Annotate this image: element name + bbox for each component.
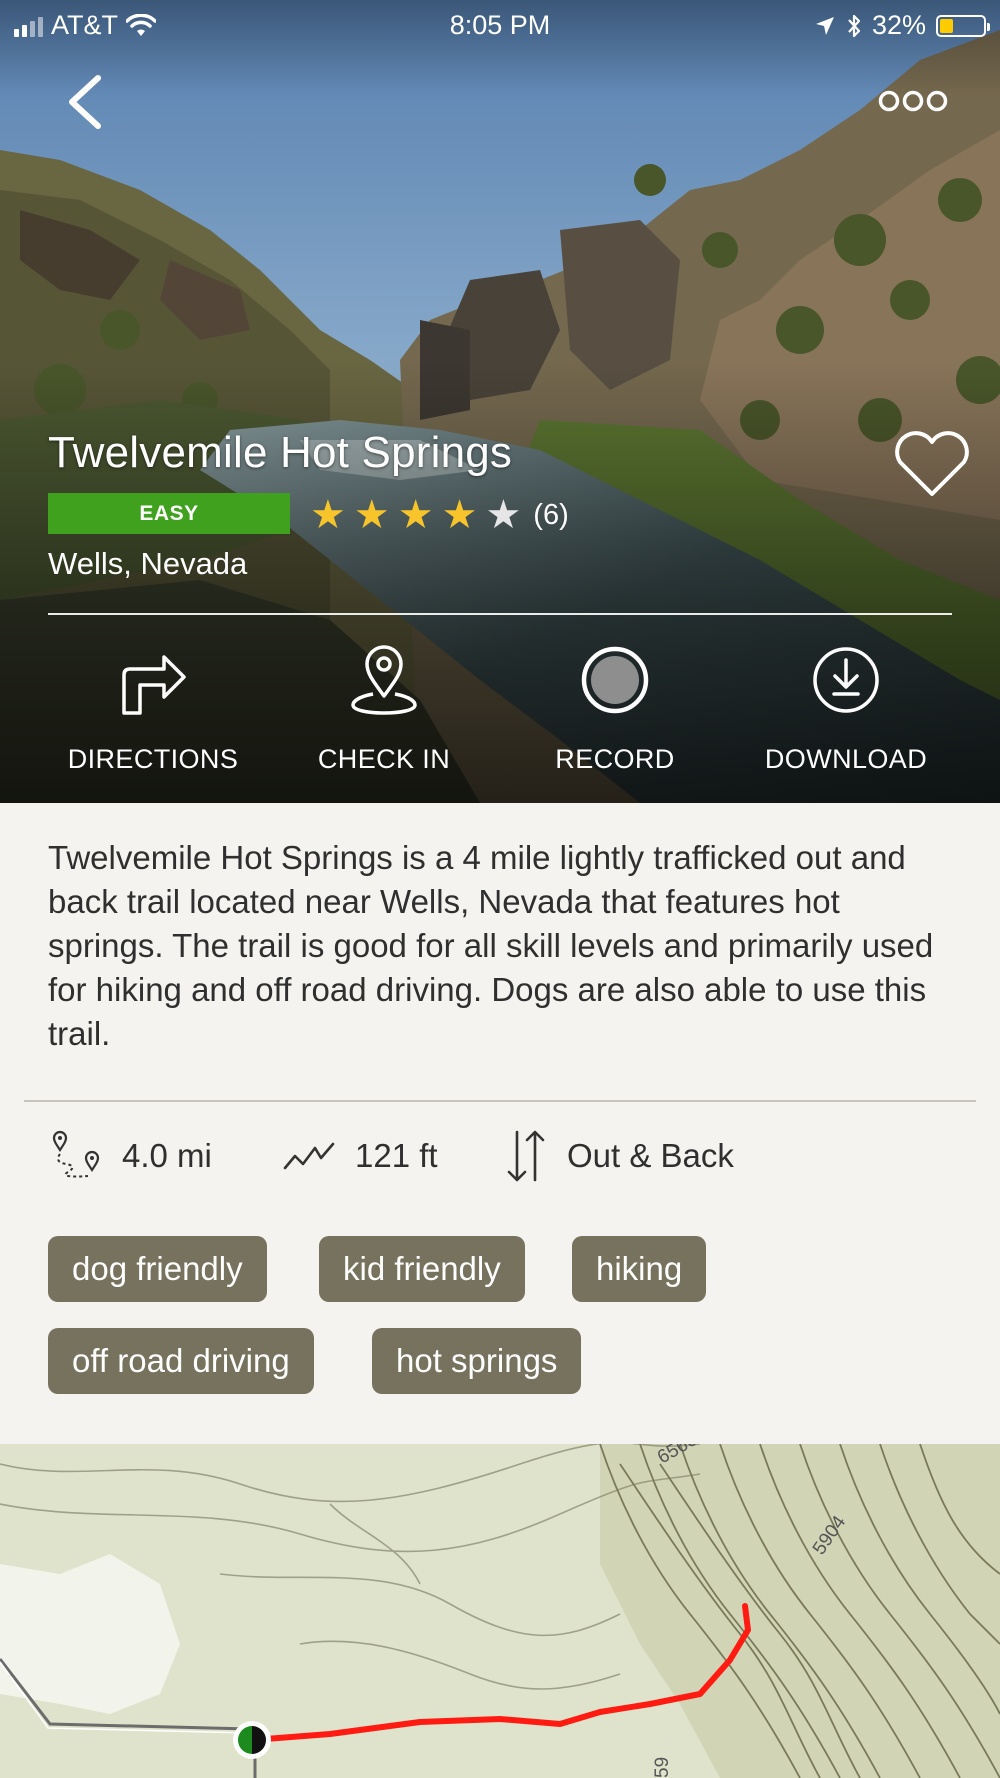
stat-elevation: 121 ft — [283, 1126, 438, 1186]
hero-divider — [48, 613, 952, 615]
trail-stats: 4.0 mi 121 ft Out & Back — [48, 1126, 968, 1186]
star-rating: ★ ★ ★ ★ ★ (6) — [310, 495, 569, 535]
star-icon: ★ — [485, 493, 522, 537]
location-arrow-icon — [815, 16, 834, 35]
record-icon — [581, 646, 649, 714]
elevation-value: 121 ft — [355, 1137, 438, 1174]
battery-percent: 32% — [871, 10, 926, 40]
tag-chip[interactable]: off road driving — [48, 1328, 314, 1394]
battery-icon — [936, 14, 990, 37]
status-bar-right: 32% — [814, 10, 990, 41]
star-icon: ★ — [310, 493, 346, 537]
tag-chip[interactable]: kid friendly — [319, 1236, 525, 1302]
check-in-button[interactable]: CHECK IN — [269, 640, 499, 775]
section-divider — [24, 1100, 976, 1102]
action-label: RECORD — [555, 744, 675, 774]
trailhead-marker[interactable] — [233, 1721, 271, 1759]
tag-chip[interactable]: hiking — [572, 1236, 707, 1302]
star-icon: ★ — [353, 493, 390, 537]
trail-map[interactable]: 6560 5904 59 — [0, 1444, 1000, 1778]
star-icon: ★ — [441, 493, 478, 537]
action-bar: DIRECTIONS CHECK IN RECORD DOWNLOAD — [0, 640, 1000, 790]
download-icon — [813, 647, 879, 713]
record-button[interactable]: RECORD — [500, 640, 730, 775]
trail-hero: AT&T 8:05 PM 32% Twelvemile Hot Springs … — [0, 0, 1000, 803]
action-label: DIRECTIONS — [67, 744, 239, 774]
stat-route-type: Out & Back — [503, 1126, 734, 1186]
trail-description: Twelvemile Hot Springs is a 4 mile light… — [48, 839, 934, 1052]
map-pin-icon — [351, 645, 417, 715]
directions-button[interactable]: DIRECTIONS — [38, 640, 268, 775]
contour-label: 59 — [652, 1757, 673, 1778]
tag-chip[interactable]: hot springs — [372, 1328, 582, 1394]
rating-count: (6) — [533, 498, 569, 531]
battery-level — [940, 18, 953, 33]
route-type-value: Out & Back — [567, 1137, 734, 1174]
difficulty-badge: EASY — [48, 493, 290, 534]
star-icon: ★ — [397, 493, 434, 537]
directions-icon — [122, 655, 186, 715]
topo-map: 6560 5904 59 — [0, 1444, 1000, 1778]
more-options-button[interactable] — [878, 88, 948, 114]
status-bar: AT&T 8:05 PM 32% — [0, 0, 1000, 50]
action-label: CHECK IN — [317, 744, 451, 774]
back-button[interactable] — [60, 72, 110, 132]
download-button[interactable]: DOWNLOAD — [731, 640, 961, 775]
tag-chip[interactable]: dog friendly — [48, 1236, 267, 1302]
stat-distance: 4.0 mi — [48, 1126, 212, 1186]
trail-location: Wells, Nevada — [48, 546, 248, 581]
distance-value: 4.0 mi — [122, 1137, 212, 1174]
trail-title: Twelvemile Hot Springs — [48, 428, 513, 477]
out-and-back-icon — [507, 1130, 545, 1182]
bluetooth-icon — [848, 14, 861, 37]
elevation-icon — [283, 1142, 335, 1170]
distance-icon — [52, 1130, 100, 1178]
action-label: DOWNLOAD — [764, 744, 928, 774]
favorite-heart-button[interactable] — [892, 428, 972, 500]
